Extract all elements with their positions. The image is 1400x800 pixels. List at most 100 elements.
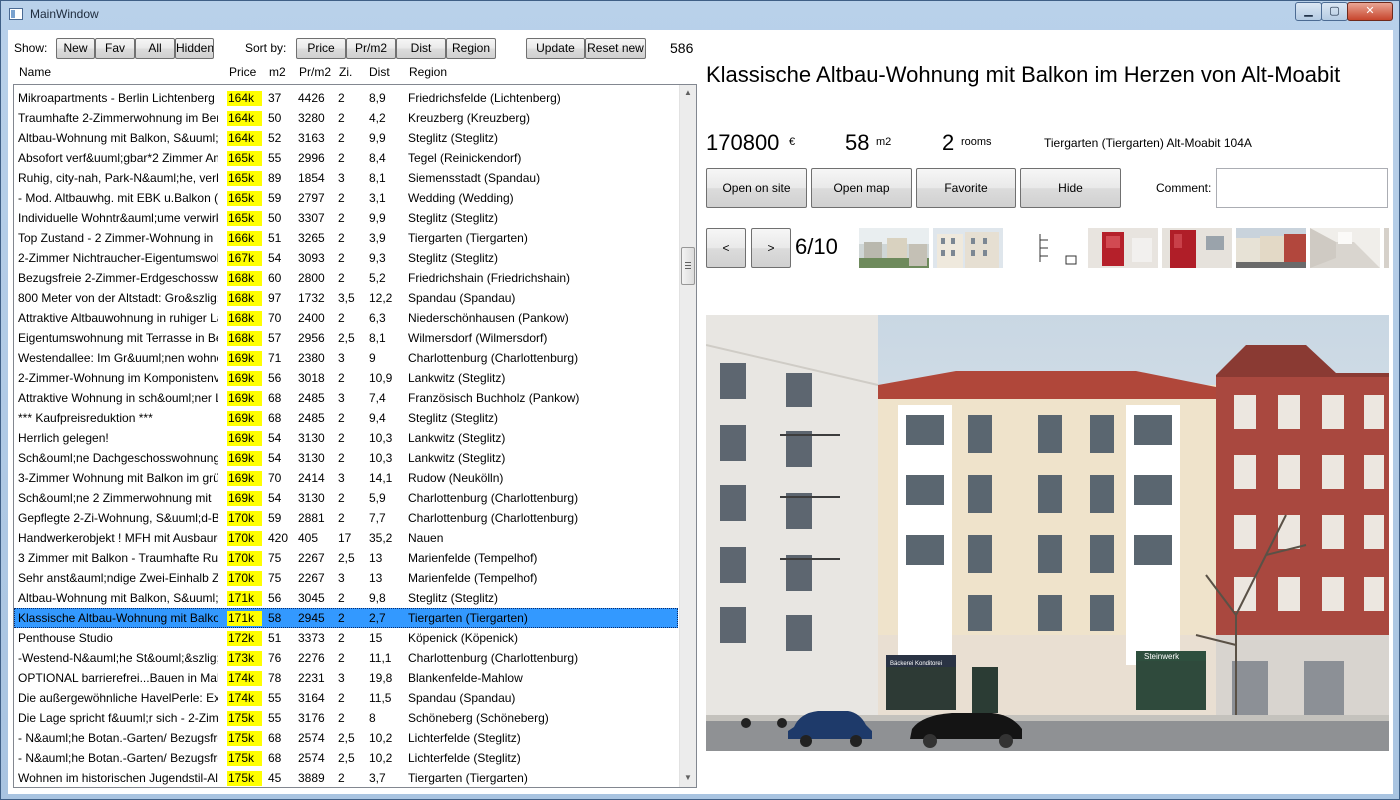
thumbnail-4[interactable] bbox=[1088, 228, 1158, 268]
show-hidden-button[interactable]: Hidden bbox=[175, 38, 214, 59]
maximize-button[interactable]: ▢ bbox=[1321, 2, 1348, 21]
detail-price: 170800 bbox=[706, 130, 780, 155]
table-row[interactable]: 2-Zimmer Nichtraucher-Eigentumswohnung 16… bbox=[14, 248, 678, 268]
table-row[interactable]: Absofort verf&uuml;gbar*2 Zimmer Am 165k 5… bbox=[14, 148, 678, 168]
listing-name: Handwerkerobjekt ! MFH mit Ausbaureserve bbox=[18, 531, 218, 545]
listing-name: -Westend-N&auml;he St&ouml;&szlig;ensee bbox=[18, 651, 218, 665]
sort-prm2-button[interactable]: Pr/m2 bbox=[346, 38, 396, 59]
table-row[interactable]: Sch&ouml;ne 2 Zimmerwohnung mit 169k 54 313… bbox=[14, 488, 678, 508]
column-header-zi[interactable]: Zi. bbox=[339, 65, 352, 79]
table-row[interactable]: Westendallee: Im Gr&uuml;nen wohnen 169k 7… bbox=[14, 348, 678, 368]
table-row[interactable]: Die Lage spricht f&uuml;r sich - 2-Zimme… bbox=[14, 708, 678, 728]
show-all-button[interactable]: All bbox=[135, 38, 175, 59]
thumbnail-2[interactable] bbox=[933, 228, 1003, 268]
detail-title: Klassische Altbau-Wohnung mit Balkon im … bbox=[706, 62, 1341, 87]
table-row[interactable]: - Mod. Altbauwhg. mit EBK u.Balkon (frei… bbox=[14, 188, 678, 208]
title-bar[interactable]: MainWindow ▁ ▢ ✕ bbox=[1, 1, 1399, 29]
listing-price-per-m2: 1854 bbox=[298, 171, 325, 185]
table-row[interactable]: Altbau-Wohnung mit Balkon, S&uuml;d 171k 5… bbox=[14, 588, 678, 608]
listing-m2: 55 bbox=[268, 711, 282, 725]
table-row[interactable]: *** Kaufpreisreduktion *** 169k 68 2485 2 9,4… bbox=[14, 408, 678, 428]
table-row[interactable]: Mikroapartments - Berlin Lichtenberg 164k… bbox=[14, 88, 678, 108]
reset-new-button[interactable]: Reset new bbox=[585, 38, 646, 59]
thumbnail-1[interactable] bbox=[859, 228, 929, 268]
column-header-name[interactable]: Name bbox=[19, 65, 51, 79]
table-row[interactable]: Penthouse Studio 172k 51 3373 2 15 Köpenick (K… bbox=[14, 628, 678, 648]
thumbnail-8-partial[interactable] bbox=[1384, 228, 1389, 268]
table-row[interactable]: - N&auml;he Botan.-Garten/ Bezugsfrei 175… bbox=[14, 728, 678, 748]
table-row[interactable]: Die außergewöhnliche HavelPerle: Exklusi… bbox=[14, 688, 678, 708]
table-row[interactable]: Bezugsfreie 2-Zimmer-Erdgeschosswohnung 1… bbox=[14, 268, 678, 288]
column-header-m2[interactable]: m2 bbox=[269, 65, 286, 79]
listing-price: 166k bbox=[227, 231, 262, 246]
listing-rooms: 2 bbox=[338, 451, 345, 465]
update-button[interactable]: Update bbox=[526, 38, 585, 59]
open-on-site-button[interactable]: Open on site bbox=[706, 168, 807, 208]
previous-image-button[interactable]: < bbox=[706, 228, 746, 268]
column-header-prm2[interactable]: Pr/m2 bbox=[299, 65, 331, 79]
table-row[interactable]: Wohnen im historischen Jugendstil-Altbau… bbox=[14, 768, 678, 787]
table-row[interactable]: Attraktive Wohnung in sch&ouml;ner Lage 1… bbox=[14, 388, 678, 408]
sort-price-button[interactable]: Price bbox=[296, 38, 346, 59]
table-row[interactable]: Sch&ouml;ne Dachgeschosswohnung 169k 54 313… bbox=[14, 448, 678, 468]
vertical-scrollbar[interactable]: ▲ ▼ bbox=[679, 85, 696, 787]
table-row[interactable]: Altbau-Wohnung mit Balkon, S&uuml;d 164k 5… bbox=[14, 128, 678, 148]
listing-rooms: 2 bbox=[338, 211, 345, 225]
scroll-thumb[interactable] bbox=[681, 247, 695, 285]
table-row[interactable]: Ruhig, city-nah, Park-N&auml;he, verkehr… bbox=[14, 168, 678, 188]
scroll-up-arrow-icon[interactable]: ▲ bbox=[683, 88, 693, 97]
thumbnail-5[interactable] bbox=[1162, 228, 1232, 268]
listing-rooms: 3 bbox=[338, 391, 345, 405]
listing-price: 171k bbox=[227, 591, 262, 606]
listing-m2: 59 bbox=[268, 511, 282, 525]
main-photo: Bäckerei Konditorei Steinwerk bbox=[706, 315, 1389, 751]
comment-input[interactable] bbox=[1216, 168, 1388, 208]
table-row[interactable]: Eigentumswohnung mit Terrasse in Berlin 1… bbox=[14, 328, 678, 348]
table-row[interactable]: - N&auml;he Botan.-Garten/ Bezugsfrei 175… bbox=[14, 748, 678, 768]
listing-list[interactable]: Mikroapartments - Berlin Lichtenberg 164k… bbox=[13, 84, 697, 788]
table-row[interactable]: OPTIONAL barrierefrei...Bauen in Mahlsdo… bbox=[14, 668, 678, 688]
column-header-dist[interactable]: Dist bbox=[369, 65, 390, 79]
table-row[interactable]: Handwerkerobjekt ! MFH mit Ausbaureserve… bbox=[14, 528, 678, 548]
open-map-button[interactable]: Open map bbox=[811, 168, 912, 208]
sort-region-button[interactable]: Region bbox=[446, 38, 496, 59]
show-new-button[interactable]: New bbox=[56, 38, 95, 59]
detail-currency: € bbox=[789, 136, 796, 148]
thumbnail-6[interactable] bbox=[1236, 228, 1306, 268]
table-row[interactable]: 3-Zimmer Wohnung mit Balkon im grünen 169… bbox=[14, 468, 678, 488]
table-row[interactable]: 2-Zimmer-Wohnung im Komponistenviertel 16… bbox=[14, 368, 678, 388]
favorite-button[interactable]: Favorite bbox=[916, 168, 1016, 208]
table-row[interactable]: Klassische Altbau-Wohnung mit Balkon 171k… bbox=[14, 608, 678, 628]
table-row[interactable]: Top Zustand - 2 Zimmer-Wohnung in 166k 51 3… bbox=[14, 228, 678, 248]
close-button[interactable]: ✕ bbox=[1347, 2, 1393, 21]
table-row[interactable]: 800 Meter von der Altstadt: Gro&szlig;e 1… bbox=[14, 288, 678, 308]
minimize-button[interactable]: ▁ bbox=[1295, 2, 1322, 21]
listing-m2: 57 bbox=[268, 331, 282, 345]
table-row[interactable]: Traumhafte 2-Zimmerwohnung im Bergmannki… bbox=[14, 108, 678, 128]
show-fav-button[interactable]: Fav bbox=[95, 38, 135, 59]
listing-price: 169k bbox=[227, 471, 262, 486]
listing-m2: 89 bbox=[268, 171, 282, 185]
sort-dist-button[interactable]: Dist bbox=[396, 38, 446, 59]
listing-distance: 13 bbox=[369, 571, 383, 585]
listing-m2: 58 bbox=[268, 611, 282, 625]
column-header-region[interactable]: Region bbox=[409, 65, 447, 79]
thumbnail-3-floorplan[interactable] bbox=[1008, 228, 1084, 268]
listing-m2: 71 bbox=[268, 351, 282, 365]
listing-distance: 3,7 bbox=[369, 771, 386, 785]
scroll-down-arrow-icon[interactable]: ▼ bbox=[683, 773, 693, 782]
next-image-button[interactable]: > bbox=[751, 228, 791, 268]
thumbnail-7[interactable] bbox=[1310, 228, 1380, 268]
listing-price-per-m2: 1732 bbox=[298, 291, 325, 305]
listing-price: 169k bbox=[227, 371, 262, 386]
table-row[interactable]: Sehr anst&auml;ndige Zwei-Einhalb Zimmer… bbox=[14, 568, 678, 588]
listing-price: 174k bbox=[227, 671, 262, 686]
hide-button[interactable]: Hide bbox=[1020, 168, 1121, 208]
table-row[interactable]: Gepflegte 2-Zi-Wohnung, S&uuml;d-Balkon 1… bbox=[14, 508, 678, 528]
table-row[interactable]: Herrlich gelegen! 169k 54 3130 2 10,3 Lankwitz… bbox=[14, 428, 678, 448]
table-row[interactable]: Individuelle Wohntr&auml;ume verwirklich… bbox=[14, 208, 678, 228]
table-row[interactable]: Attraktive Altbauwohnung in ruhiger Lage… bbox=[14, 308, 678, 328]
column-header-price[interactable]: Price bbox=[229, 65, 256, 79]
table-row[interactable]: 3 Zimmer mit Balkon - Traumhafte Ruhe 170… bbox=[14, 548, 678, 568]
table-row[interactable]: -Westend-N&auml;he St&ouml;&szlig;ensee 1… bbox=[14, 648, 678, 668]
